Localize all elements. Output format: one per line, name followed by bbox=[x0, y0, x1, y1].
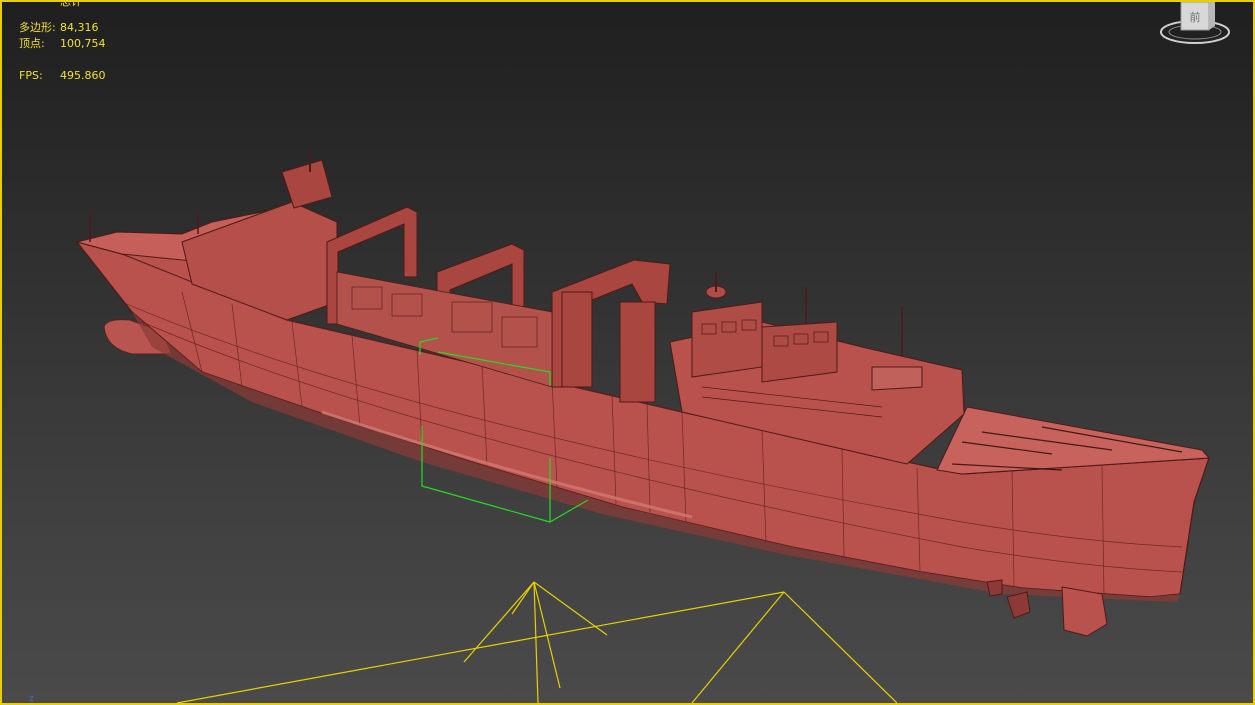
z-axis-label: z bbox=[29, 694, 34, 704]
ship-model[interactable] bbox=[75, 152, 1211, 637]
camera-gizmo bbox=[176, 581, 898, 703]
perspective-viewport[interactable]: 总计 多边形: 84,316 顶点: 100,754 FPS: 495.860 … bbox=[0, 0, 1255, 705]
scene-canvas[interactable] bbox=[2, 2, 1253, 703]
